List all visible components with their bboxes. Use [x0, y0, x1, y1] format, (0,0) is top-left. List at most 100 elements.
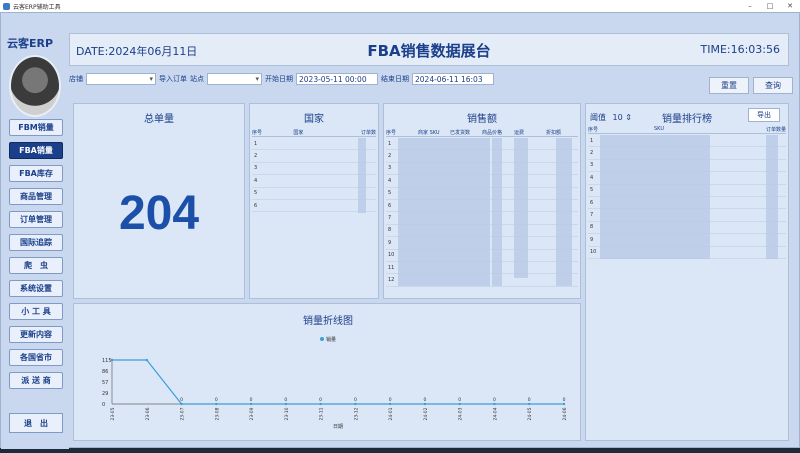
- data-label: 0: [250, 397, 253, 403]
- x-tick-label: 23-10: [284, 407, 290, 420]
- redacted-count-column: [766, 135, 778, 259]
- data-label: 0: [493, 397, 496, 403]
- legend-label: 销量: [326, 336, 336, 343]
- x-tick-label: 23-08: [214, 407, 220, 420]
- nav-system-settings[interactable]: 系统设置: [9, 280, 63, 297]
- nav-fba-sales[interactable]: FBA销量: [9, 142, 63, 159]
- nav-tools[interactable]: 小 工 具: [9, 303, 63, 320]
- x-tick-label: 24-02: [423, 407, 429, 420]
- import-orders-link[interactable]: 导入订单: [159, 74, 187, 84]
- chevron-down-icon: ▾: [255, 75, 259, 83]
- shop-label: 店铺: [69, 75, 83, 83]
- x-tick-label: 23-09: [249, 407, 255, 420]
- nav-fbm-sales[interactable]: FBM销量: [9, 119, 63, 136]
- redacted-sku-column: [600, 135, 710, 259]
- app-icon: [3, 2, 10, 10]
- end-date-value: 2024-06-11 16:03: [415, 74, 483, 84]
- sidebar: 云客ERP FBM销量 FBA销量 FBA库存 商品管理 订单管理 国际追踪 爬…: [1, 13, 69, 449]
- total-orders-title: 总单量: [144, 114, 174, 125]
- nav-international-tracking[interactable]: 国际追踪: [9, 234, 63, 251]
- data-point: [388, 402, 392, 406]
- country-table-header: 序号 国家 订单数: [252, 129, 376, 137]
- redacted-sku-column: [398, 138, 490, 286]
- redacted-price-column: [514, 138, 528, 278]
- data-point: [249, 402, 253, 406]
- time-label: TIME:16:03:56: [700, 43, 780, 56]
- start-date-value: 2023-05-11 00:00: [299, 74, 367, 84]
- ranking-table-header: 序号 SKU 订单数量: [588, 126, 786, 134]
- x-tick-label: 23-07: [180, 407, 186, 420]
- end-date-input[interactable]: 2024-06-11 16:03: [412, 73, 494, 85]
- col-shipping: 运费: [514, 130, 525, 136]
- y-tick-label: 0: [102, 402, 105, 408]
- data-point: [284, 402, 288, 406]
- y-tick-label: 57: [102, 380, 108, 386]
- nav-updates[interactable]: 更新内容: [9, 326, 63, 343]
- nav-order-management[interactable]: 订单管理: [9, 211, 63, 228]
- x-tick-label: 24-03: [458, 407, 464, 420]
- data-point: [110, 358, 114, 362]
- nav-carriers[interactable]: 派 送 商: [9, 372, 63, 389]
- col-shipped: 已发货数: [450, 130, 471, 136]
- col-sku: 商家 SKU: [418, 130, 440, 136]
- ranking-panel: 阈值 10 ⇕ 销量排行榜 导出 序号 SKU 订单数量 1 2 3 4 5 6…: [585, 103, 789, 441]
- app-window: 云客ERP FBM销量 FBA销量 FBA库存 商品管理 订单管理 国际追踪 爬…: [0, 12, 800, 449]
- data-label: 0: [354, 397, 357, 403]
- data-point: [528, 402, 531, 406]
- chart-title: 销量折线图: [303, 314, 353, 327]
- col-index: 序号: [252, 130, 263, 136]
- site-select[interactable]: ▾: [207, 73, 262, 85]
- data-point: [354, 402, 357, 406]
- window-title: 云客ERP辅助工具: [13, 3, 61, 11]
- data-label: 0: [180, 397, 183, 403]
- shop-select[interactable]: ▾: [86, 73, 156, 85]
- x-tick-label: 24-04: [492, 407, 498, 420]
- reset-button[interactable]: 重置: [709, 77, 749, 94]
- x-tick-label: 24-05: [527, 407, 533, 420]
- col-price: 商品价格: [482, 130, 503, 136]
- nav-provinces[interactable]: 各国省市: [9, 349, 63, 366]
- data-point: [215, 402, 218, 406]
- col-index: 序号: [588, 127, 599, 133]
- exit-button[interactable]: 退 出: [9, 413, 63, 433]
- sales-title: 销售额: [467, 114, 497, 125]
- start-date-label: 开始日期: [265, 75, 293, 83]
- sales-panel: 销售额 序号 商家 SKU 已发货数 商品价格 运费 折扣额 1 2 3 4 5…: [383, 103, 581, 299]
- x-tick-label: 23-06: [145, 407, 151, 420]
- redacted-discount-column: [556, 138, 572, 286]
- sales-line-chart: 销量折线图销量 115 86 57 29 0 23-05 23-06 23-07 23-08 23-…: [102, 314, 568, 430]
- nav-crawler[interactable]: 爬 虫: [9, 257, 63, 274]
- query-button[interactable]: 查询: [753, 77, 793, 94]
- data-label: 0: [563, 397, 566, 403]
- minimize-button[interactable]: –: [740, 2, 760, 10]
- data-label: 0: [284, 397, 287, 403]
- x-tick-label: 24-06: [562, 407, 568, 420]
- x-tick-label: 24-01: [388, 407, 394, 420]
- end-date-label: 结束日期: [381, 75, 409, 83]
- nav-product-management[interactable]: 商品管理: [9, 188, 63, 205]
- export-button[interactable]: 导出: [748, 108, 780, 122]
- header: DATE:2024年06月11日 FBA销售数据展台 TIME:16:03:56: [69, 33, 789, 66]
- data-label: 0: [319, 397, 322, 403]
- data-label: 0: [389, 397, 392, 403]
- col-discount: 折扣额: [546, 130, 562, 136]
- start-date-input[interactable]: 2023-05-11 00:00: [296, 73, 378, 85]
- page-title: FBA销售数据展台: [367, 42, 491, 60]
- legend-marker: [320, 337, 324, 341]
- close-button[interactable]: ✕: [780, 2, 800, 10]
- x-tick-label: 23-05: [110, 407, 116, 420]
- country-panel: 国家 序号 国家 订单数 1 2 3 4 5 6: [249, 103, 379, 299]
- y-tick-label: 29: [102, 391, 108, 397]
- y-tick-label: 86: [102, 369, 108, 375]
- maximize-button[interactable]: □: [760, 2, 780, 10]
- x-tick-label: 23-12: [353, 407, 359, 420]
- nav-fba-inventory[interactable]: FBA库存: [9, 165, 63, 182]
- window-titlebar: 云客ERP辅助工具 – □ ✕: [0, 0, 800, 12]
- sales-table-header: 序号 商家 SKU 已发货数 商品价格 运费 折扣额: [386, 129, 578, 137]
- redacted-column: [358, 138, 366, 213]
- main-content: DATE:2024年06月11日 FBA销售数据展台 TIME:16:03:56…: [69, 33, 793, 443]
- col-orders: 订单数: [360, 130, 376, 136]
- country-title: 国家: [304, 114, 324, 125]
- data-point: [458, 402, 461, 406]
- data-point: [493, 402, 496, 406]
